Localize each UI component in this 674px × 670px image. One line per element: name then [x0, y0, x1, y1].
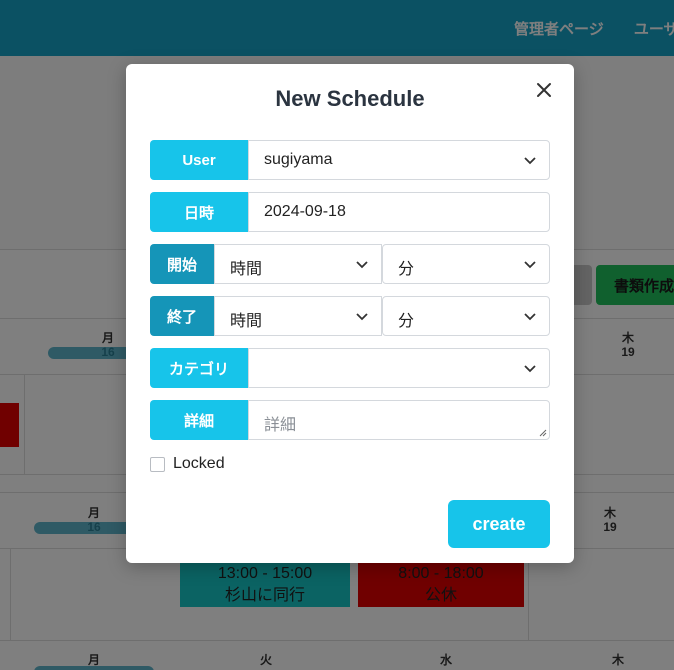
- end-hour-select[interactable]: 時間: [214, 296, 382, 336]
- user-select-value: sugiyama: [264, 151, 333, 168]
- locked-label: Locked: [173, 455, 225, 472]
- end-row: 終了 時間 分: [150, 296, 550, 336]
- detail-label: 詳細: [150, 400, 248, 440]
- start-hour-value: 時間: [230, 261, 263, 278]
- chevron-down-icon: [524, 365, 536, 373]
- date-row: 日時 2024-09-18: [150, 192, 550, 232]
- date-label: 日時: [150, 192, 248, 232]
- user-row: User sugiyama: [150, 140, 550, 180]
- modal-title: New Schedule: [275, 86, 425, 111]
- resize-handle-icon[interactable]: [539, 429, 547, 437]
- chevron-down-icon: [356, 261, 368, 269]
- start-label: 開始: [150, 244, 214, 284]
- user-label: User: [150, 140, 248, 180]
- detail-textarea[interactable]: 詳細: [248, 400, 550, 440]
- close-button[interactable]: [532, 78, 556, 102]
- date-input-value: 2024-09-18: [264, 203, 346, 220]
- locked-checkbox[interactable]: [150, 456, 165, 472]
- category-label: カテゴリ: [150, 348, 248, 388]
- end-label: 終了: [150, 296, 214, 336]
- start-minute-value: 分: [398, 261, 415, 278]
- create-button[interactable]: create: [448, 500, 550, 548]
- chevron-down-icon: [524, 157, 536, 165]
- detail-placeholder: 詳細: [264, 417, 297, 434]
- end-minute-select[interactable]: 分: [382, 296, 550, 336]
- start-minute-select[interactable]: 分: [382, 244, 550, 284]
- chevron-down-icon: [524, 261, 536, 269]
- new-schedule-modal: New Schedule User sugiyama 日時 2024-09-18…: [126, 64, 574, 563]
- category-select[interactable]: [248, 348, 550, 388]
- end-minute-value: 分: [398, 313, 415, 330]
- chevron-down-icon: [356, 313, 368, 321]
- start-row: 開始 時間 分: [150, 244, 550, 284]
- start-hour-select[interactable]: 時間: [214, 244, 382, 284]
- end-hour-value: 時間: [230, 313, 263, 330]
- user-select[interactable]: sugiyama: [248, 140, 550, 180]
- chevron-down-icon: [524, 313, 536, 321]
- category-row: カテゴリ: [150, 348, 550, 388]
- close-icon: [537, 83, 551, 97]
- locked-checkbox-row[interactable]: Locked: [150, 455, 225, 473]
- date-input[interactable]: 2024-09-18: [248, 192, 550, 232]
- detail-row: 詳細 詳細: [150, 400, 550, 440]
